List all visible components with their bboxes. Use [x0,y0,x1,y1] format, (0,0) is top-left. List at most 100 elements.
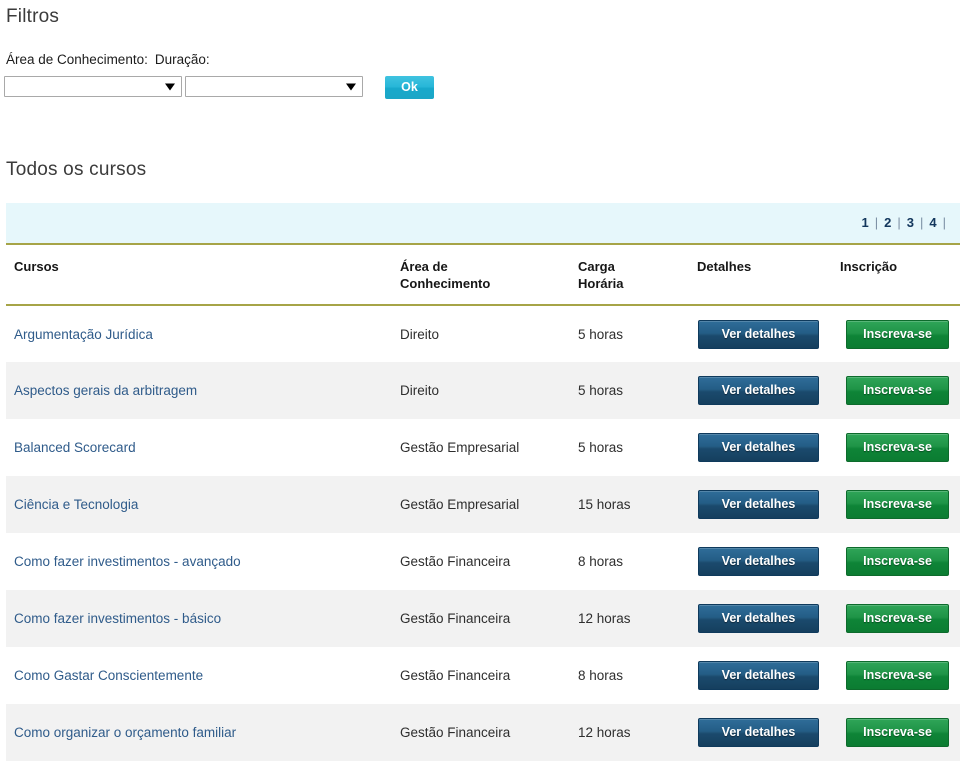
cell-curso: Aspectos gerais da arbitragem [6,362,400,419]
cell-area-conhecimento: Direito [400,305,578,362]
course-link[interactable]: Como organizar o orçamento familiar [14,725,236,740]
inscreva-se-button[interactable]: Inscreva-se [846,490,949,519]
todos-os-cursos-heading: Todos os cursos [6,159,147,180]
header-area-line1: Área de [400,259,448,274]
ver-detalhes-button[interactable]: Ver detalhes [698,547,819,576]
course-link[interactable]: Argumentação Jurídica [14,327,153,342]
table-header-row: Cursos Área de Conhecimento Carga Horári… [6,245,960,306]
course-link[interactable]: Ciência e Tecnologia [14,497,138,512]
pagination-separator-trailing: | [942,215,946,230]
inscreva-se-button[interactable]: Inscreva-se [846,376,949,405]
table-row: Aspectos gerais da arbitragem Direito 5 ho… [6,362,960,419]
header-cursos: Cursos [6,245,400,306]
course-link[interactable]: Como fazer investimentos - avançado [14,554,241,569]
ver-detalhes-button[interactable]: Ver detalhes [698,490,819,519]
area-conhecimento-select[interactable] [4,76,182,97]
cell-area-conhecimento: Gestão Financeira [400,533,578,590]
course-link[interactable]: Aspectos gerais da arbitragem [14,383,197,398]
table-row: Ciência e Tecnologia Gestão Empresarial 15… [6,476,960,533]
cell-inscricao: Inscreva-se [840,305,960,362]
pagination-links: 1 | 2 | 3 | 4 | [856,215,947,230]
cell-detalhes: Ver detalhes [697,476,840,533]
cell-inscricao: Inscreva-se [840,362,960,419]
cell-curso: Como fazer investimentos - básico [6,590,400,647]
cell-inscricao: Inscreva-se [840,647,960,704]
inscreva-se-button[interactable]: Inscreva-se [846,661,949,690]
ver-detalhes-button[interactable]: Ver detalhes [698,319,819,349]
table-row: Balanced Scorecard Gestão Empresarial 5 ho… [6,419,960,476]
cell-curso: Balanced Scorecard [6,419,400,476]
cell-detalhes: Ver detalhes [697,305,840,362]
inscreva-se-button[interactable]: Inscreva-se [846,718,949,747]
courses-page: Filtros Área de Conhecimento: Duração: Ok… [0,0,960,763]
ver-detalhes-button[interactable]: Ver detalhes [698,433,819,462]
table-row: Como Gastar Conscientemente Gestão Financ… [6,647,960,704]
cell-detalhes: Ver detalhes [697,647,840,704]
chevron-down-icon [346,83,356,90]
inscreva-se-button[interactable]: Inscreva-se [846,604,949,633]
course-link[interactable]: Como Gastar Conscientemente [14,668,203,683]
cell-inscricao: Inscreva-se [840,533,960,590]
cell-area-conhecimento: Gestão Empresarial [400,419,578,476]
cell-area-conhecimento: Direito [400,362,578,419]
inscreva-se-button[interactable]: Inscreva-se [846,433,949,462]
courses-table: Cursos Área de Conhecimento Carga Horári… [6,245,960,761]
cell-detalhes: Ver detalhes [697,704,840,761]
cell-detalhes: Ver detalhes [697,533,840,590]
duracao-label: Duração: [154,52,210,67]
header-area-conhecimento: Área de Conhecimento [400,245,578,306]
pagination-page-3[interactable]: 3 [901,215,920,230]
cell-carga-horaria: 15 horas [578,476,697,533]
ok-button[interactable]: Ok [385,76,434,99]
cell-detalhes: Ver detalhes [697,590,840,647]
cell-carga-horaria: 5 horas [578,362,697,419]
cell-carga-horaria: 5 horas [578,419,697,476]
cell-curso: Como Gastar Conscientemente [6,647,400,704]
ver-detalhes-button[interactable]: Ver detalhes [698,604,819,633]
filtros-heading: Filtros [6,6,60,27]
course-link[interactable]: Balanced Scorecard [14,440,136,455]
cell-area-conhecimento: Gestão Financeira [400,647,578,704]
area-conhecimento-label: Área de Conhecimento: [6,52,148,67]
cell-area-conhecimento: Gestão Financeira [400,590,578,647]
duracao-select[interactable] [185,76,363,97]
courses-table-wrapper: 1 | 2 | 3 | 4 | Cursos Área de Conhecimento Car… [6,203,960,761]
ver-detalhes-button[interactable]: Ver detalhes [698,376,819,405]
cell-inscricao: Inscreva-se [840,476,960,533]
header-inscricao: Inscrição [840,245,960,306]
cell-carga-horaria: 12 horas [578,590,697,647]
chevron-down-icon [165,83,175,90]
table-row: Como fazer investimentos - básico Gestão … [6,590,960,647]
cell-area-conhecimento: Gestão Empresarial [400,476,578,533]
cell-carga-horaria: 12 horas [578,704,697,761]
ver-detalhes-button[interactable]: Ver detalhes [698,718,819,747]
filter-controls: Ok [4,76,434,99]
cell-inscricao: Inscreva-se [840,419,960,476]
courses-table-body: Argumentação Jurídica Direito 5 horas Ver d… [6,305,960,761]
inscreva-se-button[interactable]: Inscreva-se [846,547,949,576]
cell-detalhes: Ver detalhes [697,362,840,419]
table-row: Como organizar o orçamento familiar Gestã… [6,704,960,761]
header-carga-line2: Horária [578,276,624,291]
cell-area-conhecimento: Gestão Financeira [400,704,578,761]
ver-detalhes-button[interactable]: Ver detalhes [698,661,819,690]
cell-curso: Como organizar o orçamento familiar [6,704,400,761]
cell-curso: Como fazer investimentos - avançado [6,533,400,590]
header-detalhes: Detalhes [697,245,840,306]
pagination-page-2[interactable]: 2 [878,215,897,230]
header-area-line2: Conhecimento [400,276,491,291]
inscreva-se-button[interactable]: Inscreva-se [846,319,949,349]
cell-inscricao: Inscreva-se [840,590,960,647]
cell-carga-horaria: 8 horas [578,533,697,590]
pagination-page-4[interactable]: 4 [923,215,942,230]
header-carga-line1: Carga [578,259,615,274]
cell-curso: Ciência e Tecnologia [6,476,400,533]
table-row: Como fazer investimentos - avançado Gestã… [6,533,960,590]
table-row: Argumentação Jurídica Direito 5 horas Ver d… [6,305,960,362]
pagination-page-1[interactable]: 1 [856,215,875,230]
cell-curso: Argumentação Jurídica [6,305,400,362]
filter-labels: Área de Conhecimento: Duração: [6,52,210,67]
course-link[interactable]: Como fazer investimentos - básico [14,611,221,626]
cell-inscricao: Inscreva-se [840,704,960,761]
cell-carga-horaria: 8 horas [578,647,697,704]
